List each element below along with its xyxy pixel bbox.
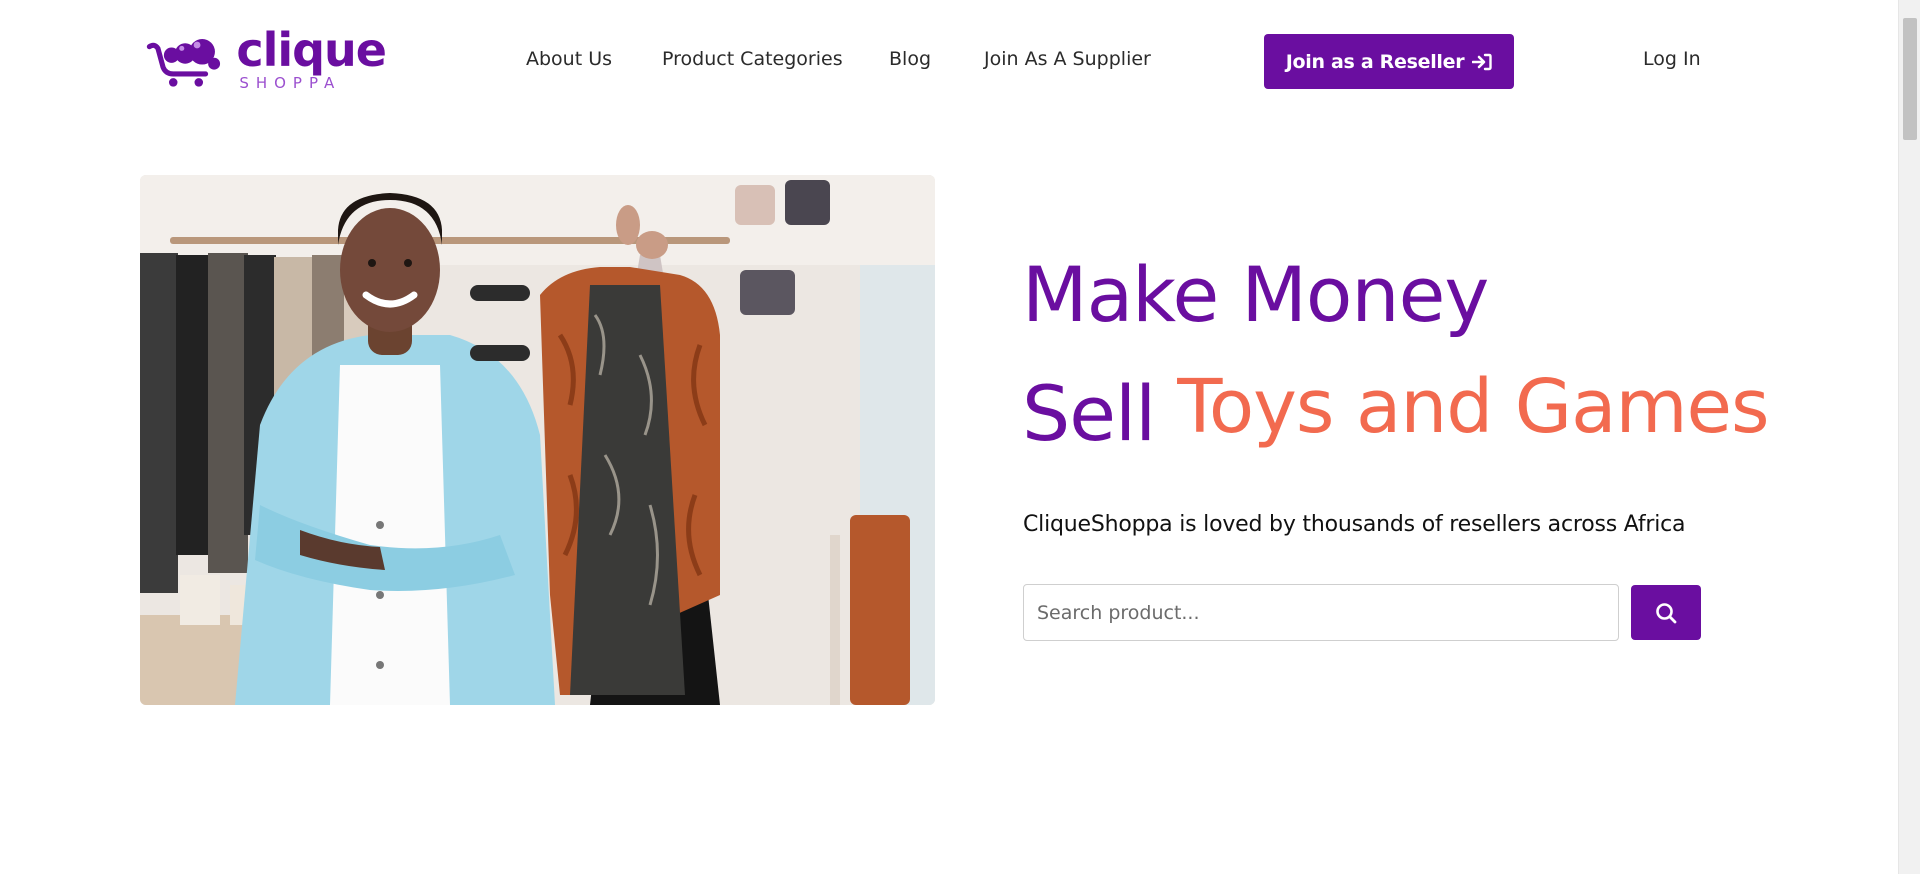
logo-wordmark: clique: [236, 23, 387, 77]
hero-photo-illustration: [140, 175, 935, 705]
nav-blog[interactable]: Blog: [889, 48, 931, 70]
product-search-input[interactable]: [1023, 584, 1619, 641]
nav-join-supplier[interactable]: Join As A Supplier: [984, 48, 1151, 70]
join-reseller-label: Join as a Reseller: [1285, 50, 1465, 73]
headline-sell-word: Sell: [1022, 369, 1156, 458]
brand-logo[interactable]: clique SHOPPA: [146, 27, 387, 94]
nav-about-us[interactable]: About Us: [526, 48, 612, 70]
hero-headline-secondary: Sell Toys and Games: [1022, 369, 1770, 458]
hero-headline-primary: Make Money: [1022, 250, 1489, 339]
shopping-cart-bubbles-icon: [146, 39, 221, 87]
headline-accent-category: Toys and Games: [1177, 364, 1769, 450]
scrollbar-thumb[interactable]: [1903, 18, 1917, 140]
site-header: clique SHOPPA About Us Product Categorie…: [0, 0, 1898, 122]
logo-subtitle: SHOPPA: [239, 74, 342, 92]
search-button[interactable]: [1631, 585, 1701, 640]
hero-tagline: CliqueShoppa is loved by thousands of re…: [1023, 512, 1686, 537]
login-link[interactable]: Log In: [1643, 48, 1701, 70]
hero-image: [140, 175, 935, 705]
nav-product-categories[interactable]: Product Categories: [662, 48, 843, 70]
search-icon: [1656, 602, 1677, 623]
page-scrollbar[interactable]: [1898, 0, 1920, 874]
join-reseller-button[interactable]: Join as a Reseller: [1264, 34, 1514, 89]
logo-text: clique SHOPPA: [236, 27, 387, 92]
sign-in-icon: [1472, 53, 1492, 70]
